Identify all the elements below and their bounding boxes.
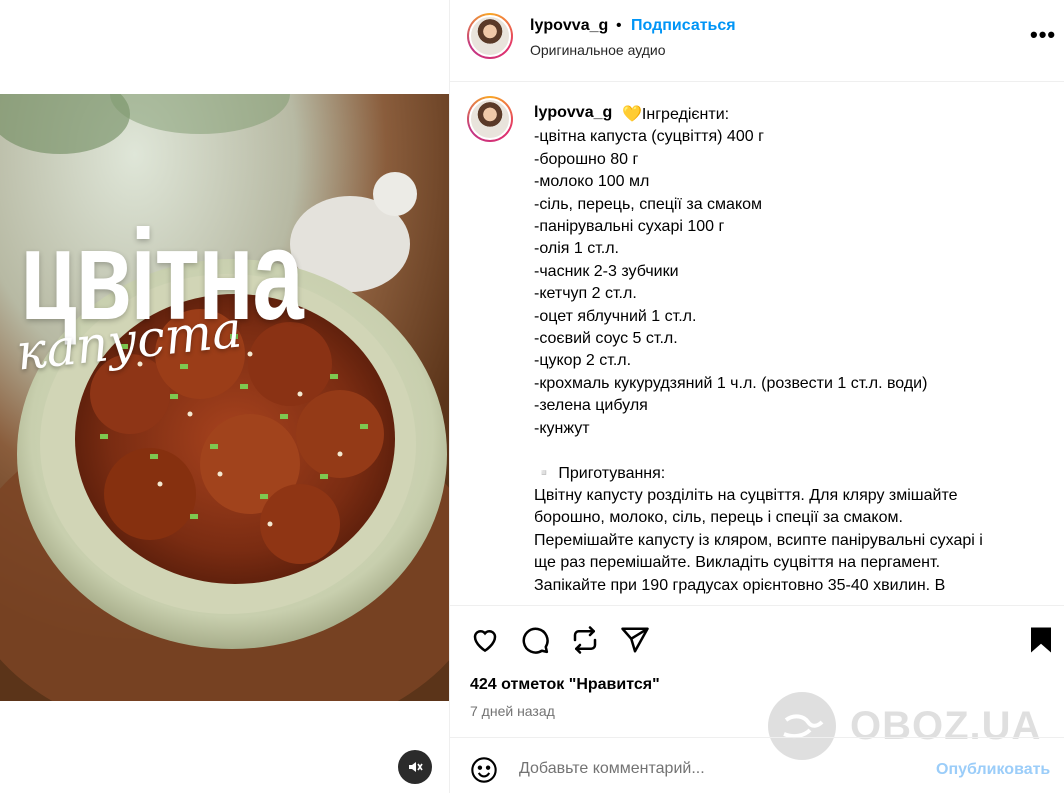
caption-line: ▫️ Приготування: xyxy=(534,464,666,482)
separator-dot: • xyxy=(616,17,622,34)
caption-line: Перемішайте капусту із кляром, всипте па… xyxy=(534,531,983,549)
caption-line: -кунжут xyxy=(534,419,590,437)
avatar[interactable] xyxy=(467,13,513,59)
comment-bar: Опубликовать xyxy=(450,737,1064,793)
caption-line: -панірувальні сухарі 100 г xyxy=(534,218,725,236)
comment-input[interactable] xyxy=(519,760,939,778)
caption-section[interactable]: lypovva_g 💛Інгредієнти: -цвітна капуста … xyxy=(450,83,1064,606)
caption-line: -соєвий соус 5 ст.л. xyxy=(534,330,678,348)
caption-line: -кетчуп 2 ст.л. xyxy=(534,285,637,303)
caption-line: -часник 2-3 зубчики xyxy=(534,262,679,280)
follow-button[interactable]: Подписаться xyxy=(631,17,736,35)
caption-avatar[interactable] xyxy=(467,96,513,142)
post-video[interactable]: цвітна капуста xyxy=(0,94,449,701)
caption-line: Цвітну капусту розділіть на суцвіття. Дл… xyxy=(534,486,958,504)
caption-line: борошно, молоко, сіль, перець і спеції з… xyxy=(534,509,903,527)
caption-line: -сіль, перець, спеції за смаком xyxy=(534,195,763,213)
caption-line: -цвітна капуста (суцвіття) 400 г xyxy=(534,128,764,146)
caption-line: -борошно 80 г xyxy=(534,150,639,168)
caption-line: -молоко 100 мл xyxy=(534,173,650,191)
author-username[interactable]: lypovva_g xyxy=(530,17,608,35)
post-date[interactable]: 7 дней назад xyxy=(470,703,555,719)
likes-count[interactable]: 424 отметок "Нравится" xyxy=(470,676,660,694)
mute-button[interactable] xyxy=(398,750,432,784)
caption-line: -цукор 2 ст.л. xyxy=(534,352,632,370)
post-details-panel: lypovva_g • Подписаться Оригинальное ауд… xyxy=(449,0,1064,793)
caption-line xyxy=(534,440,1024,462)
more-options-icon[interactable]: ••• xyxy=(1030,22,1056,48)
caption-line: -оцет яблучний 1 ст.л. xyxy=(534,307,697,325)
publish-button[interactable]: Опубликовать xyxy=(936,761,1050,779)
post-media-column: цвітна капуста xyxy=(0,0,449,793)
food-photo xyxy=(0,94,449,701)
smiley-icon[interactable] xyxy=(470,756,498,789)
caption-line: -зелена цибуля xyxy=(534,397,648,415)
caption-line: Запікайте при 190 градусах орієнтовно 35… xyxy=(534,576,946,594)
caption-line: -крохмаль кукурудзяний 1 ч.л. (розвести … xyxy=(534,374,928,392)
audio-label[interactable]: Оригинальное аудио xyxy=(530,42,666,58)
caption-line: ще раз перемішайте. Викладіть суцвіття н… xyxy=(534,554,941,572)
caption-text: 💛Інгредієнти: -цвітна капуста (суцвіття)… xyxy=(534,104,1024,597)
heart-icon[interactable] xyxy=(470,625,500,660)
action-bar xyxy=(450,617,1064,663)
send-icon[interactable] xyxy=(620,625,650,660)
comment-icon[interactable] xyxy=(520,625,550,660)
bookmark-icon[interactable] xyxy=(1028,625,1054,660)
caption-line: -олія 1 ст.л. xyxy=(534,240,619,258)
repost-icon[interactable] xyxy=(570,625,600,660)
caption-line: 💛Інгредієнти: xyxy=(622,106,730,123)
speaker-muted-icon xyxy=(409,762,423,772)
post-header: lypovva_g • Подписаться Оригинальное ауд… xyxy=(450,0,1064,82)
